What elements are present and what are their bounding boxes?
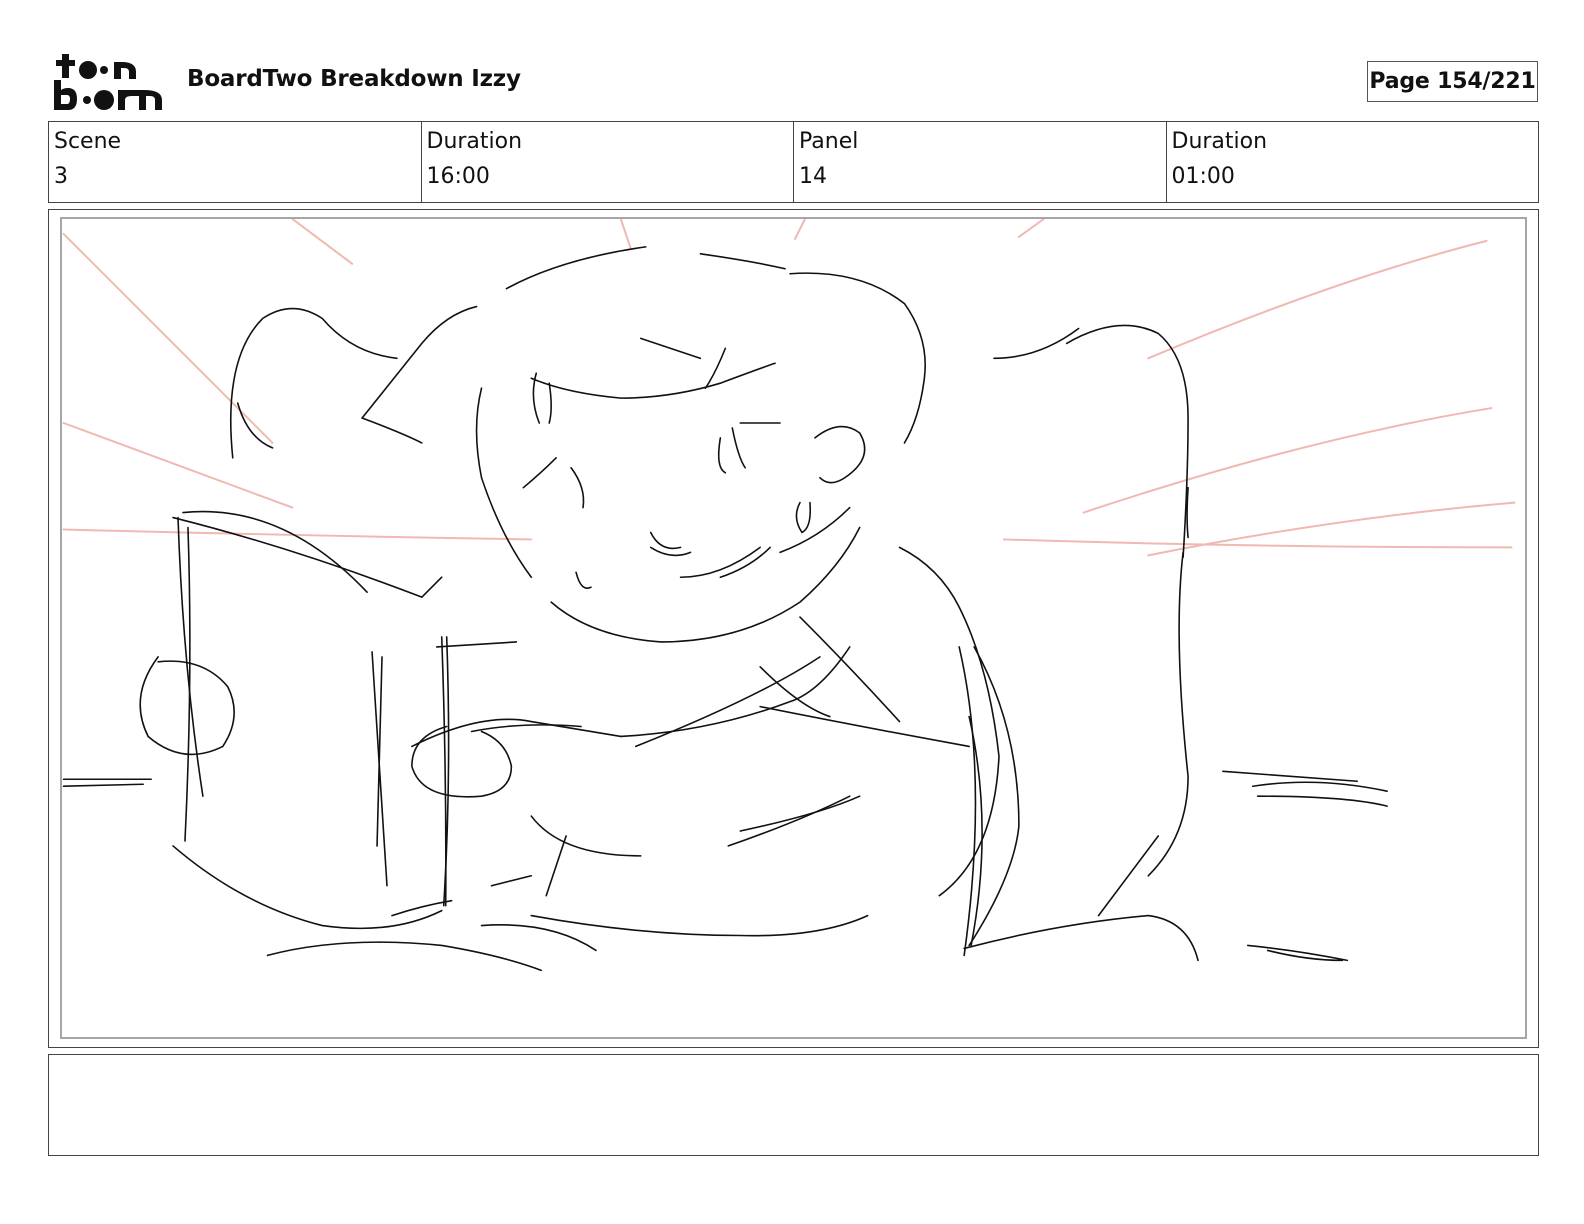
toon-boom-logo: [52, 50, 164, 112]
scene-duration-label: Duration: [426, 129, 523, 154]
guide-lines: [62, 219, 1516, 557]
panel-image: [60, 217, 1527, 1039]
scene-label: Scene: [54, 129, 122, 154]
scene-duration-cell: Duration 16:00: [422, 122, 794, 202]
panel-duration-cell: Duration 01:00: [1167, 122, 1539, 202]
scene-value: 3: [54, 164, 68, 189]
scene-duration-value: 16:00: [426, 164, 490, 189]
sketch-lines: [62, 246, 1388, 972]
scene-info-table: Scene 3 Duration 16:00 Panel 14 Duration…: [48, 121, 1539, 203]
storyboard-sketch: [62, 219, 1516, 972]
panel-frame: [48, 209, 1539, 1048]
panel-duration-label: Duration: [1171, 129, 1268, 154]
panel-notes-box[interactable]: [48, 1054, 1539, 1156]
page-indicator: Page 154/221: [1367, 61, 1538, 102]
panel-duration-value: 01:00: [1171, 164, 1235, 189]
panel-label: Panel: [799, 129, 859, 154]
panel-value: 14: [799, 164, 827, 189]
document-title: BoardTwo Breakdown Izzy: [187, 66, 521, 92]
scene-cell: Scene 3: [49, 122, 422, 202]
panel-cell: Panel 14: [794, 122, 1167, 202]
